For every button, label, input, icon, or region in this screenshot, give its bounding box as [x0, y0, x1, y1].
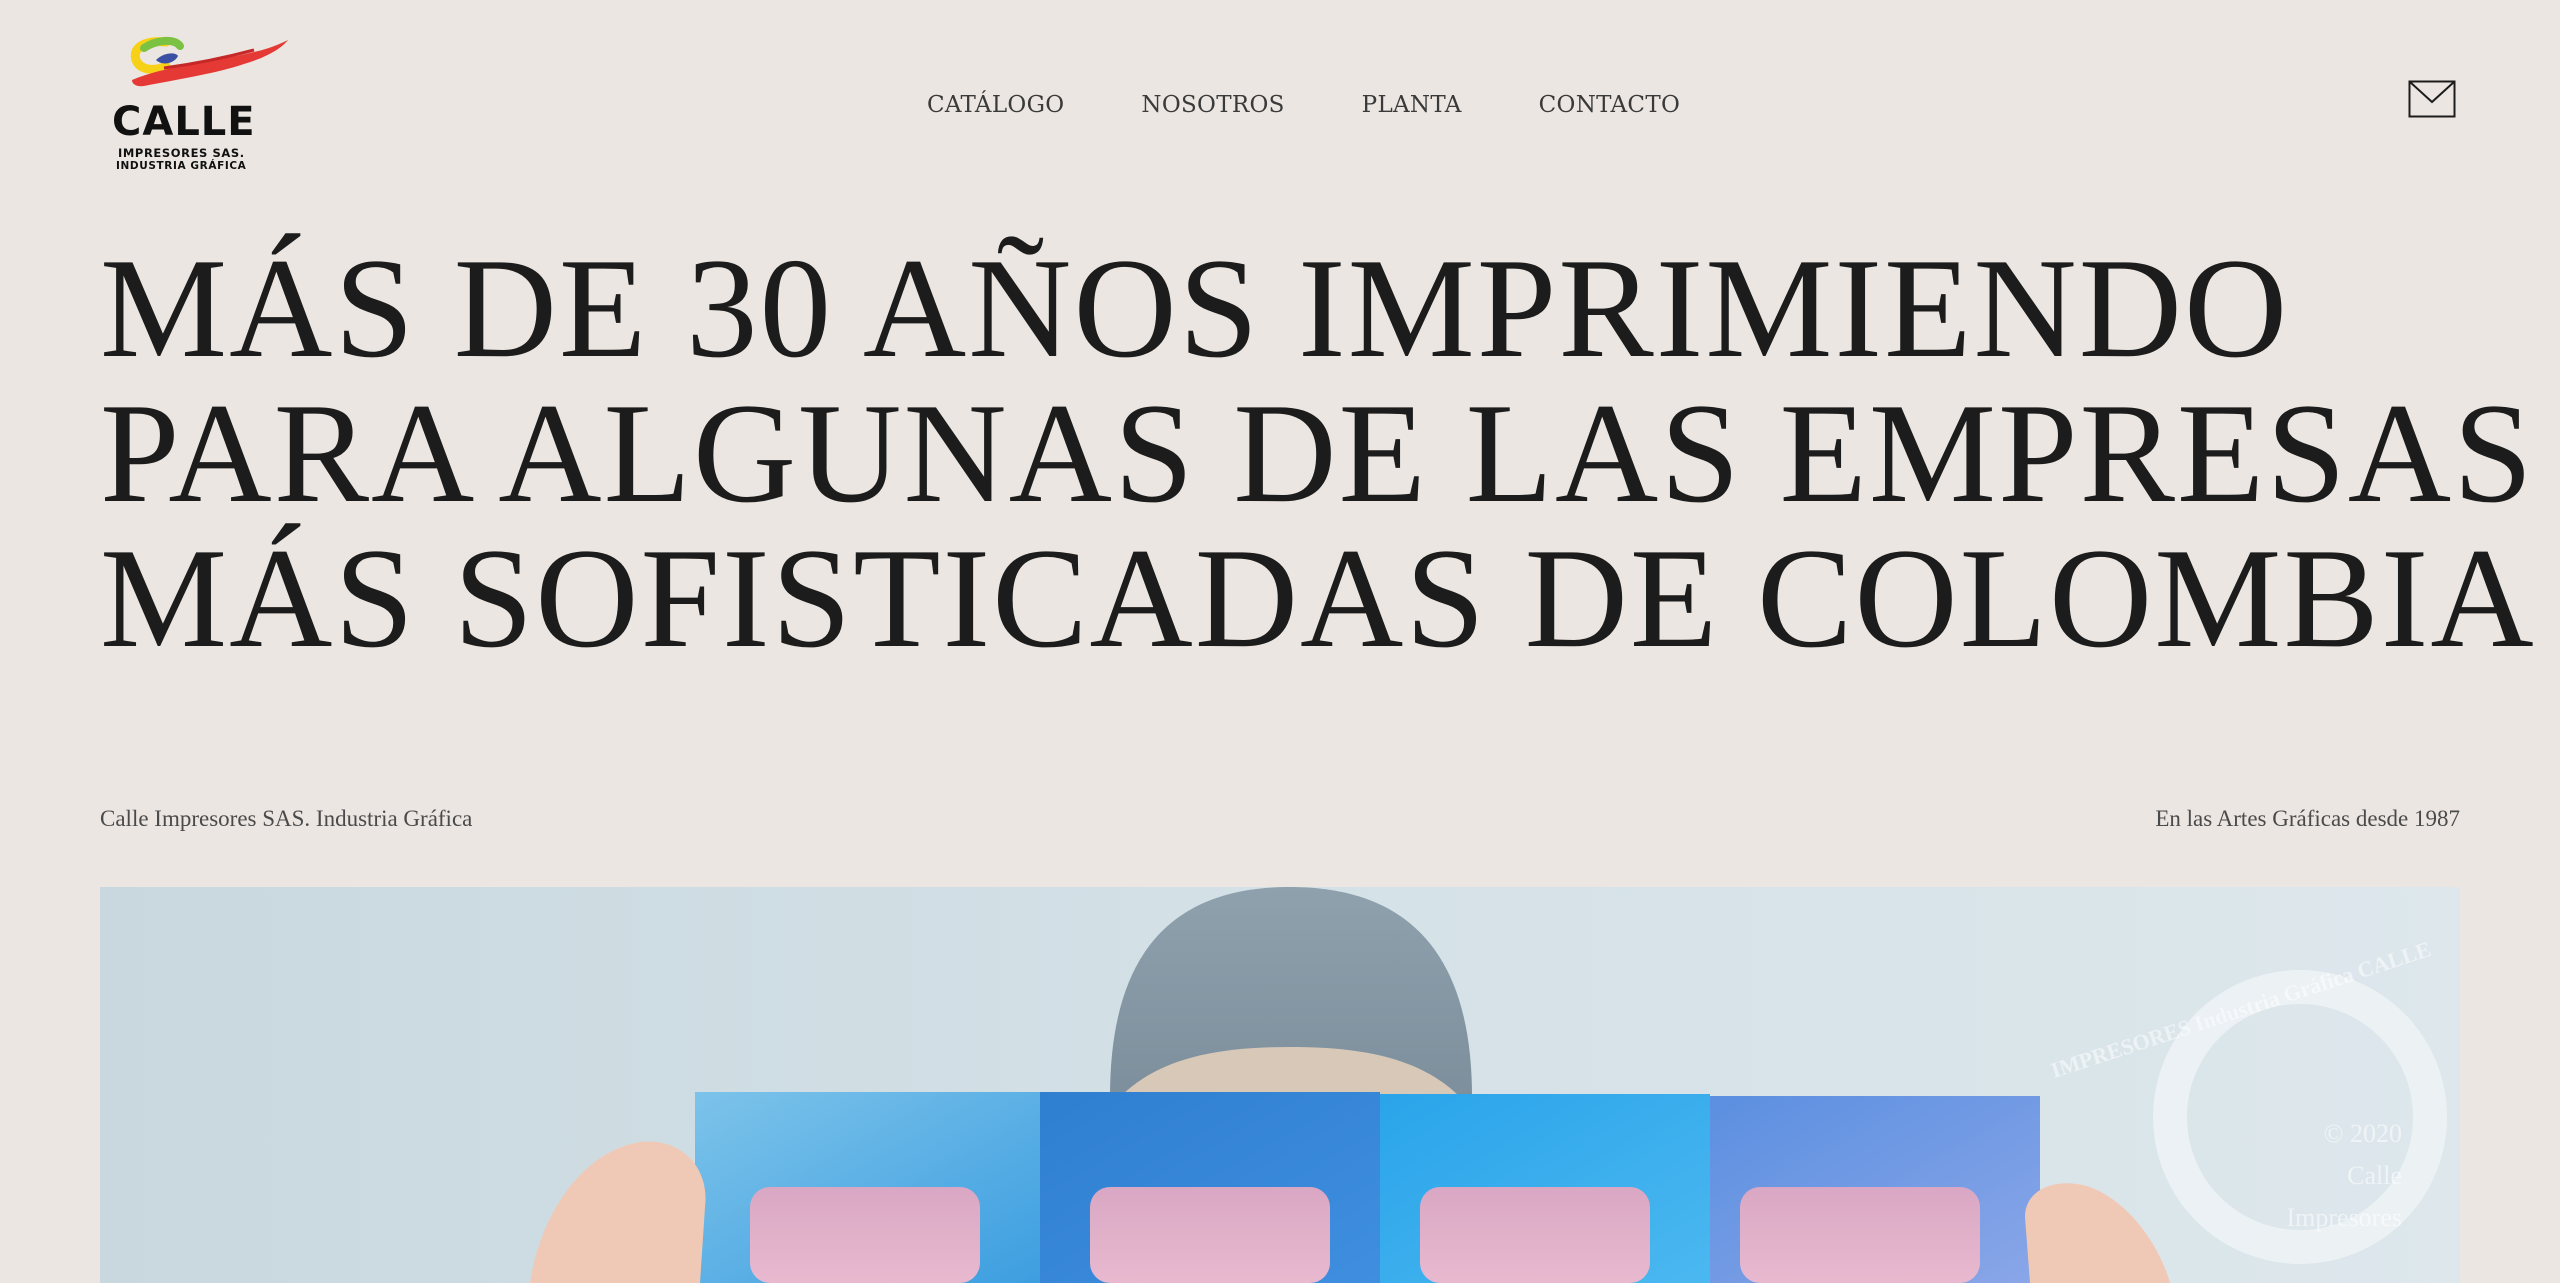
nav-item-catalogo[interactable]: CATÁLOGO — [927, 92, 1064, 118]
headline-line-3: MÁS SOFISTICADAS DE COLOMBIA — [100, 519, 2536, 677]
nav-item-contacto[interactable]: CONTACTO — [1539, 92, 1680, 118]
stamp-year: © 2020 — [2323, 1119, 2402, 1148]
since-tagline: En las Artes Gráficas desde 1987 — [2155, 806, 2460, 831]
stamp-name-1: Calle — [2347, 1161, 2402, 1190]
nav-item-planta[interactable]: PLANTA — [1362, 92, 1462, 118]
page: CALLE IMPRESORES SAS. INDUSTRIA GRÁFICA … — [0, 0, 2560, 1283]
mail-icon[interactable] — [2408, 80, 2456, 118]
stamp-name-2: Impresores — [2286, 1203, 2402, 1232]
logo-subtitle-2: INDUSTRIA GRÁFICA — [116, 160, 247, 172]
nav-item-nosotros[interactable]: NOSOTROS — [1141, 92, 1284, 118]
headline-line-1: MÁS DE 30 AÑOS IMPRIMIENDO — [100, 229, 2290, 387]
logo-subtitle-1: IMPRESORES SAS. — [118, 146, 245, 160]
company-tagline: Calle Impresores SAS. Industria Gráfica — [100, 806, 473, 831]
logo-word: CALLE — [112, 99, 256, 145]
hero-headline: MÁS DE 30 AÑOS IMPRIMIENDO PARA ALGUNAS … — [100, 229, 2536, 677]
person-holding-magazine-illustration — [530, 887, 2447, 1283]
main-nav: CATÁLOGO NOSOTROS PLANTA CONTACTO — [927, 92, 1680, 118]
headline-line-2: PARA ALGUNAS DE LAS EMPRESAS — [100, 374, 2535, 532]
hero-image: © 2020 Calle Impresores IMPRESORES Indus… — [100, 887, 2460, 1283]
calle-logo[interactable]: CALLE IMPRESORES SAS. INDUSTRIA GRÁFICA — [104, 36, 304, 176]
logo-brushstroke-icon — [130, 37, 288, 87]
